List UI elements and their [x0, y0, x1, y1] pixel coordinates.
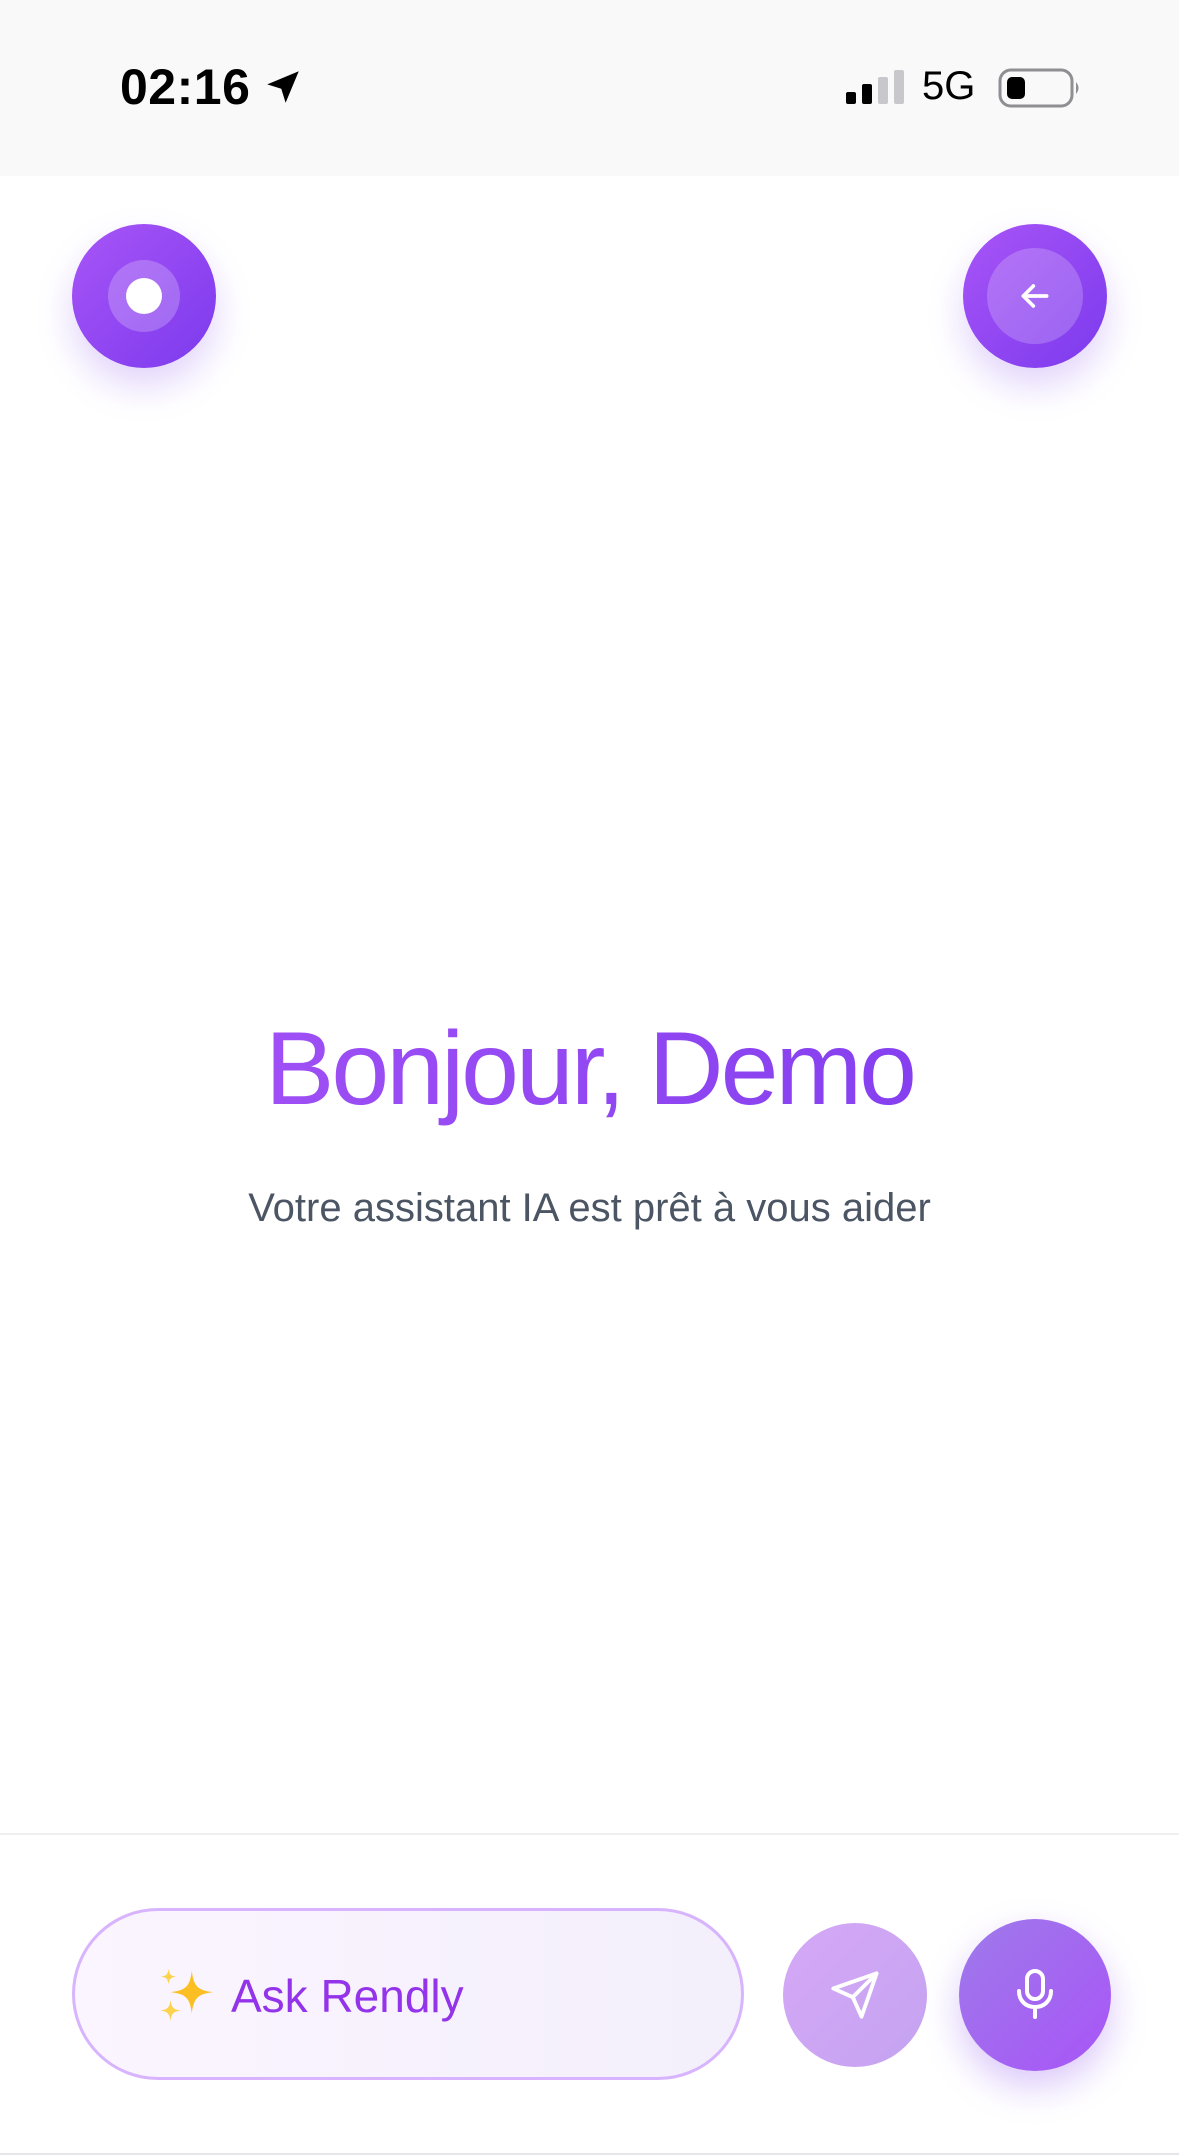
status-bar: 02:16 5G [0, 0, 1179, 176]
status-time: 02:16 [120, 59, 251, 115]
ask-input[interactable]: Ask Rendly [72, 1908, 744, 2080]
send-icon [831, 1971, 879, 2019]
composer-divider [0, 1833, 1179, 1835]
send-button[interactable] [783, 1923, 927, 2067]
microphone-icon [1017, 1969, 1053, 2019]
ask-input-placeholder: Ask Rendly [231, 1970, 464, 2022]
record-button[interactable] [72, 224, 216, 368]
sparkles-icon [159, 1968, 214, 2022]
greeting-title: Bonjour, Demo [0, 1010, 1179, 1129]
battery-icon [998, 68, 1079, 108]
record-dot-icon [126, 278, 162, 314]
back-button[interactable] [963, 224, 1107, 368]
location-arrow-icon [267, 71, 299, 103]
microphone-button[interactable] [959, 1919, 1111, 2071]
arrow-left-icon [1021, 284, 1049, 308]
greeting-subtitle: Votre assistant IA est prêt à vous aider [248, 1186, 931, 1230]
cellular-signal-icon [846, 70, 904, 104]
network-type-label: 5G [922, 64, 976, 108]
